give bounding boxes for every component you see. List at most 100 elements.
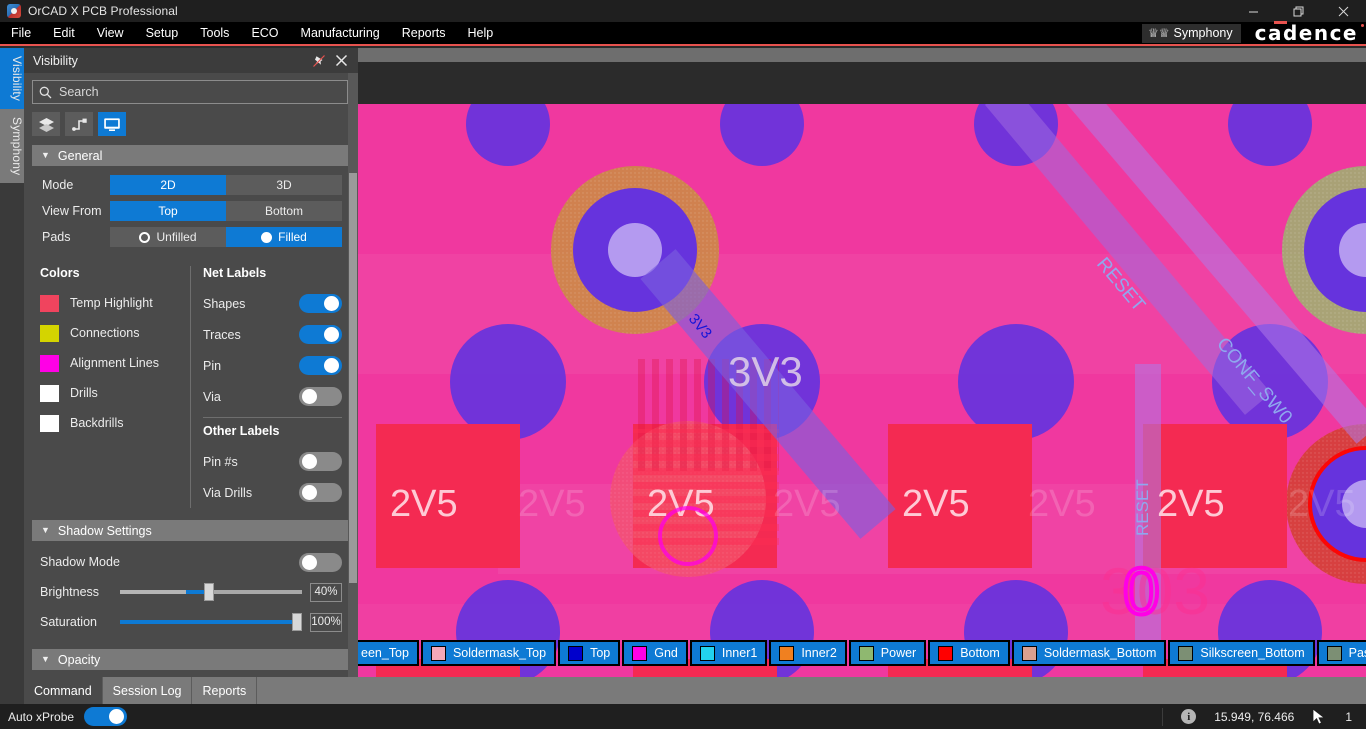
toggle-net-pin[interactable] <box>299 356 342 375</box>
saturation-value[interactable]: 100% <box>310 612 342 632</box>
section-header-shadow-settings[interactable]: ▼ Shadow Settings <box>32 520 350 541</box>
menu-item-file[interactable]: File <box>0 22 42 44</box>
net-label-reset-vertical: RESET <box>1133 479 1152 536</box>
toggle-net-shapes[interactable] <box>299 294 342 313</box>
brightness-value[interactable]: 40% <box>310 582 342 602</box>
layer-tab-silkscreen-bottom[interactable]: Silkscreen_Bottom <box>1168 640 1315 666</box>
layer-tab-soldermask-bottom[interactable]: Soldermask_Bottom <box>1011 640 1167 666</box>
mode-option-3d[interactable]: 3D <box>226 175 342 195</box>
minimize-icon[interactable] <box>1231 0 1276 22</box>
close-icon[interactable] <box>335 54 349 68</box>
layers-icon[interactable] <box>32 112 60 136</box>
nets-route-icon[interactable] <box>65 112 93 136</box>
pcb-canvas[interactable]: 303 0 2V5 2V5 2V5 2V5 2V5 2V5 2V5 2V5 3V… <box>358 48 1366 677</box>
view-from-option-bottom[interactable]: Bottom <box>226 201 342 221</box>
net-labels-title: Net Labels <box>203 266 267 280</box>
saturation-slider[interactable] <box>120 613 302 631</box>
brightness-slider[interactable] <box>120 583 302 601</box>
pads-option-filled[interactable]: Filled <box>226 227 342 247</box>
rail-tab-symphony[interactable]: Symphony <box>0 109 24 184</box>
tab-reports[interactable]: Reports <box>192 677 258 704</box>
pads-option-unfilled[interactable]: Unfilled <box>110 227 226 247</box>
panel-scrollbar-thumb[interactable] <box>349 173 357 583</box>
color-swatch-drills[interactable] <box>40 384 59 402</box>
svg-text:2V5: 2V5 <box>518 483 586 525</box>
section-header-general[interactable]: ▼ General <box>32 145 350 166</box>
toggle-pin-numbers[interactable] <box>299 452 342 471</box>
color-swatch-connections[interactable] <box>40 324 59 342</box>
layer-tab-silkscreen-top[interactable]: een_Top <box>358 640 419 666</box>
layer-color-swatch <box>858 645 874 661</box>
color-swatch-temp-highlight[interactable] <box>40 294 59 312</box>
layer-tab-label: een_Top <box>361 646 409 660</box>
toggle-auto-xprobe[interactable] <box>84 707 128 726</box>
symphony-badge[interactable]: ♕♕ Symphony <box>1142 23 1241 43</box>
menu-item-setup[interactable]: Setup <box>135 22 190 44</box>
tab-command[interactable]: Command <box>24 677 103 704</box>
visibility-view-toolbar <box>24 110 358 145</box>
restore-icon[interactable] <box>1276 0 1321 22</box>
layer-tab-pastemask-bottom[interactable]: Pastemask_Bottom <box>1316 640 1366 666</box>
layer-tab-inner1[interactable]: Inner1 <box>689 640 768 666</box>
chevron-down-icon: ▼ <box>41 525 50 535</box>
display-monitor-icon[interactable] <box>98 112 126 136</box>
color-swatch-alignment-lines[interactable] <box>40 354 59 372</box>
menu-item-eco[interactable]: ECO <box>240 22 289 44</box>
mode-option-2d[interactable]: 2D <box>110 175 226 195</box>
color-swatch-backdrills[interactable] <box>40 414 59 432</box>
net-label-text-pin: Pin <box>203 358 222 373</box>
colors-and-labels-section: Colors Temp Highlight Connections Alignm… <box>32 256 350 514</box>
layer-tab-bottom[interactable]: Bottom <box>928 640 1010 666</box>
layer-tab-gnd[interactable]: Gnd <box>622 640 688 666</box>
toggle-via-drills[interactable] <box>299 483 342 502</box>
toggle-net-via[interactable] <box>299 387 342 406</box>
layer-tab-label: Inner1 <box>721 646 758 660</box>
pcb-design-area[interactable]: 303 0 2V5 2V5 2V5 2V5 2V5 2V5 2V5 2V5 3V… <box>358 104 1366 677</box>
layer-tab-inner2[interactable]: Inner2 <box>769 640 847 666</box>
layer-color-swatch <box>430 645 446 661</box>
menu-item-tools[interactable]: Tools <box>189 22 240 44</box>
close-icon[interactable] <box>1321 0 1366 22</box>
menu-item-view[interactable]: View <box>86 22 135 44</box>
search-input[interactable]: Search <box>32 80 348 104</box>
color-row-alignment-lines[interactable]: Alignment Lines <box>40 348 184 378</box>
layer-tab-power[interactable]: Power <box>848 640 927 666</box>
canvas-top-band <box>358 48 1366 62</box>
toggle-net-traces[interactable] <box>299 325 342 344</box>
layer-tab-label: Bottom <box>960 646 1000 660</box>
color-row-backdrills[interactable]: Backdrills <box>40 408 184 438</box>
symphony-crown-icon: ♕♕ <box>1148 26 1170 40</box>
opacity-section-body: Global 100% <box>32 670 350 677</box>
other-label-text-pin-numbers: Pin #s <box>203 454 238 469</box>
color-row-connections[interactable]: Connections <box>40 318 184 348</box>
layer-tab-top[interactable]: Top <box>558 640 621 666</box>
menu-item-help[interactable]: Help <box>457 22 505 44</box>
status-bar: Auto xProbe i 15.949, 76.466 1 <box>0 704 1366 729</box>
color-row-drills[interactable]: Drills <box>40 378 184 408</box>
other-label-text-via-drills: Via Drills <box>203 485 253 500</box>
svg-text:2V5: 2V5 <box>390 483 458 525</box>
color-label-temp-highlight: Temp Highlight <box>70 296 153 310</box>
menu-item-edit[interactable]: Edit <box>42 22 86 44</box>
menu-item-reports[interactable]: Reports <box>391 22 457 44</box>
pads-row: Pads Unfilled Filled <box>40 224 342 250</box>
section-header-opacity[interactable]: ▼ Opacity <box>32 649 350 670</box>
brightness-label: Brightness <box>40 585 100 599</box>
panel-scrollbar[interactable] <box>348 73 358 677</box>
layer-tab-soldermask-top[interactable]: Soldermask_Top <box>420 640 557 666</box>
toggle-shadow-mode[interactable] <box>299 552 342 572</box>
cadence-wordmark: cadence <box>1254 21 1358 45</box>
rail-tab-visibility[interactable]: Visibility <box>0 48 24 110</box>
color-label-alignment-lines: Alignment Lines <box>70 356 159 370</box>
color-row-temp-highlight[interactable]: Temp Highlight <box>40 288 184 318</box>
info-icon[interactable]: i <box>1181 709 1197 724</box>
title-bar: OrCAD X PCB Professional <box>0 0 1366 22</box>
symphony-label: Symphony <box>1173 26 1233 40</box>
view-from-option-top[interactable]: Top <box>110 201 226 221</box>
tab-session-log[interactable]: Session Log <box>103 677 193 704</box>
menu-item-manufacturing[interactable]: Manufacturing <box>290 22 391 44</box>
unpin-icon[interactable] <box>312 54 326 68</box>
net-label-row-via: Via <box>203 381 342 412</box>
layer-tab-label: Top <box>590 646 611 660</box>
saturation-label: Saturation <box>40 615 97 629</box>
